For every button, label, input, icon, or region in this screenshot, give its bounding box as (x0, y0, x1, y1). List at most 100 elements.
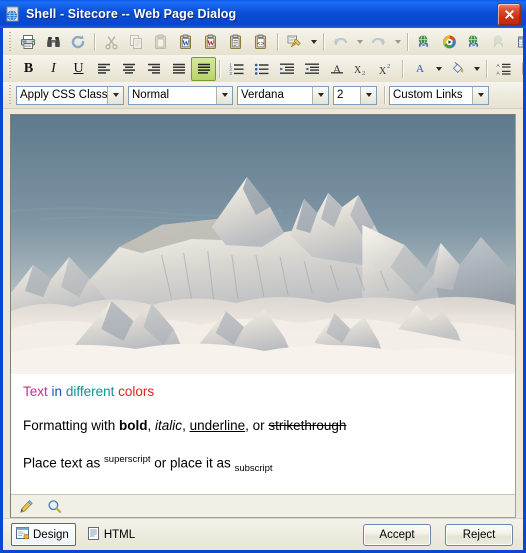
svg-text:X: X (379, 66, 387, 76)
reject-button[interactable]: Reject (445, 523, 513, 546)
subscript-button[interactable]: X 2 (349, 57, 374, 81)
module-manager-button[interactable] (516, 57, 523, 81)
strip-formatting-icon: A (330, 64, 343, 76)
insert-link-button[interactable] (412, 30, 437, 54)
align-justify-button[interactable] (166, 57, 191, 81)
paragraph-spacing-button[interactable]: A A (491, 57, 516, 81)
align-center-button[interactable] (116, 57, 141, 81)
custom-links-arrow[interactable] (472, 86, 488, 104)
chevron-down-icon (365, 93, 372, 97)
formatting-sep2: , (182, 418, 190, 434)
superscript-button[interactable]: X 2 (374, 57, 399, 81)
paste-as-html-button[interactable]: <> (249, 30, 274, 54)
font-name-select[interactable]: Verdana (237, 85, 329, 105)
apply-css-class-arrow[interactable] (107, 86, 123, 104)
zoom-magnifier-icon[interactable] (45, 497, 63, 515)
colors-paragraph: Text in different colors (23, 384, 503, 418)
paragraph-style-arrow[interactable] (216, 86, 232, 104)
format-painter-button[interactable] (282, 30, 307, 54)
font-size-select[interactable]: 2 (333, 85, 377, 105)
close-button[interactable] (497, 2, 521, 26)
html-view-icon (86, 526, 101, 544)
formatting-underline: underline (189, 418, 246, 434)
accept-button[interactable]: Accept (363, 523, 431, 546)
paste-plain-text-button[interactable] (224, 30, 249, 54)
paste-button[interactable] (149, 30, 174, 54)
indent-button[interactable] (274, 57, 299, 81)
script-paragraph: Place text as superscript or place it as… (23, 454, 503, 475)
remove-formatting-button[interactable]: A (324, 57, 349, 81)
toolbar-row-2: B I U 1 2 3 A X 2 X 2 A A A (3, 55, 523, 82)
chevron-down-icon (317, 93, 324, 97)
colored-word-colors: colors (118, 384, 155, 399)
underline-button[interactable]: U (66, 57, 91, 81)
highlight-color-dropdown[interactable] (470, 57, 483, 81)
highlight-bucket-icon (452, 62, 464, 73)
apply-css-class-select[interactable]: Apply CSS Class (16, 85, 124, 105)
formatting-sep1: , (147, 418, 156, 434)
align-justify-full-button[interactable] (191, 56, 216, 81)
apply-css-class-value: Apply CSS Class (20, 88, 107, 101)
refresh-button[interactable] (66, 30, 91, 54)
broken-link-icon (493, 34, 504, 47)
indent-icon (279, 63, 294, 74)
toolbar-grip-3[interactable] (6, 85, 13, 105)
font-size-arrow[interactable] (360, 86, 376, 104)
remove-link-button[interactable] (487, 30, 512, 54)
italic-button[interactable]: I (41, 57, 66, 81)
toolbar-separator-1 (94, 32, 96, 51)
toolbar-separator-3 (323, 32, 325, 51)
font-color-button[interactable]: A (407, 57, 432, 81)
highlight-color-button[interactable] (445, 57, 470, 81)
bulleted-list-button[interactable] (249, 57, 274, 81)
copy-icon (130, 34, 142, 49)
paste-from-word-strip-font-button[interactable]: W (199, 30, 224, 54)
bold-button[interactable]: B (16, 57, 41, 81)
align-left-button[interactable] (91, 57, 116, 81)
design-tab[interactable]: Design (11, 523, 76, 546)
find-button[interactable] (41, 30, 66, 54)
toolbar-separator-8 (384, 86, 386, 104)
subscript-icon: X 2 (354, 65, 365, 76)
insert-media-button[interactable] (437, 30, 462, 54)
mountain-photo[interactable] (11, 115, 515, 374)
editor-status-bar (11, 494, 515, 517)
redo-button[interactable] (366, 30, 391, 54)
undo-dropdown[interactable] (353, 30, 366, 54)
redo-dropdown[interactable] (391, 30, 404, 54)
html-tab[interactable]: HTML (82, 523, 142, 546)
toolbar-grip-1[interactable] (6, 31, 13, 52)
editor-content-area[interactable]: Text in different colors Formatting with… (11, 115, 515, 494)
paintbrush-icon (287, 35, 301, 47)
editor-text-content[interactable]: Text in different colors Formatting with… (11, 374, 515, 479)
paragraph-style-select[interactable]: Normal (128, 85, 233, 105)
italic-icon: I (51, 60, 56, 76)
font-color-dropdown[interactable] (432, 57, 445, 81)
format-painter-dropdown[interactable] (307, 30, 320, 54)
dialog-client-area: W W <> B I U 1 2 3 A X 2 X 2 A A A Apply… (3, 28, 523, 550)
paste-from-word-button[interactable]: W (174, 30, 199, 54)
superscript-icon: X 2 (379, 63, 390, 76)
print-button[interactable] (16, 30, 41, 54)
colored-word-in: in (51, 384, 63, 399)
align-right-icon (147, 63, 160, 74)
cut-button[interactable] (99, 30, 124, 54)
insert-table-button[interactable] (512, 30, 523, 54)
align-right-button[interactable] (141, 57, 166, 81)
toolbar-row-1: W W <> (3, 28, 523, 55)
rich-text-editor[interactable]: Text in different colors Formatting with… (10, 114, 516, 518)
paste-icon (155, 34, 166, 49)
undo-button[interactable] (328, 30, 353, 54)
outdent-button[interactable] (299, 57, 324, 81)
font-name-arrow[interactable] (312, 86, 328, 104)
edit-pencil-icon[interactable] (17, 497, 35, 515)
custom-links-select[interactable]: Custom Links (389, 85, 489, 105)
printer-icon (21, 34, 35, 49)
numbered-list-button[interactable]: 1 2 3 (224, 57, 249, 81)
media-play-icon (443, 35, 456, 48)
script-subscript: subscript (234, 463, 273, 475)
insert-anchor-button[interactable] (462, 30, 487, 54)
script-middle: or place it as (150, 455, 235, 471)
toolbar-grip-2[interactable] (6, 58, 13, 79)
copy-button[interactable] (124, 30, 149, 54)
